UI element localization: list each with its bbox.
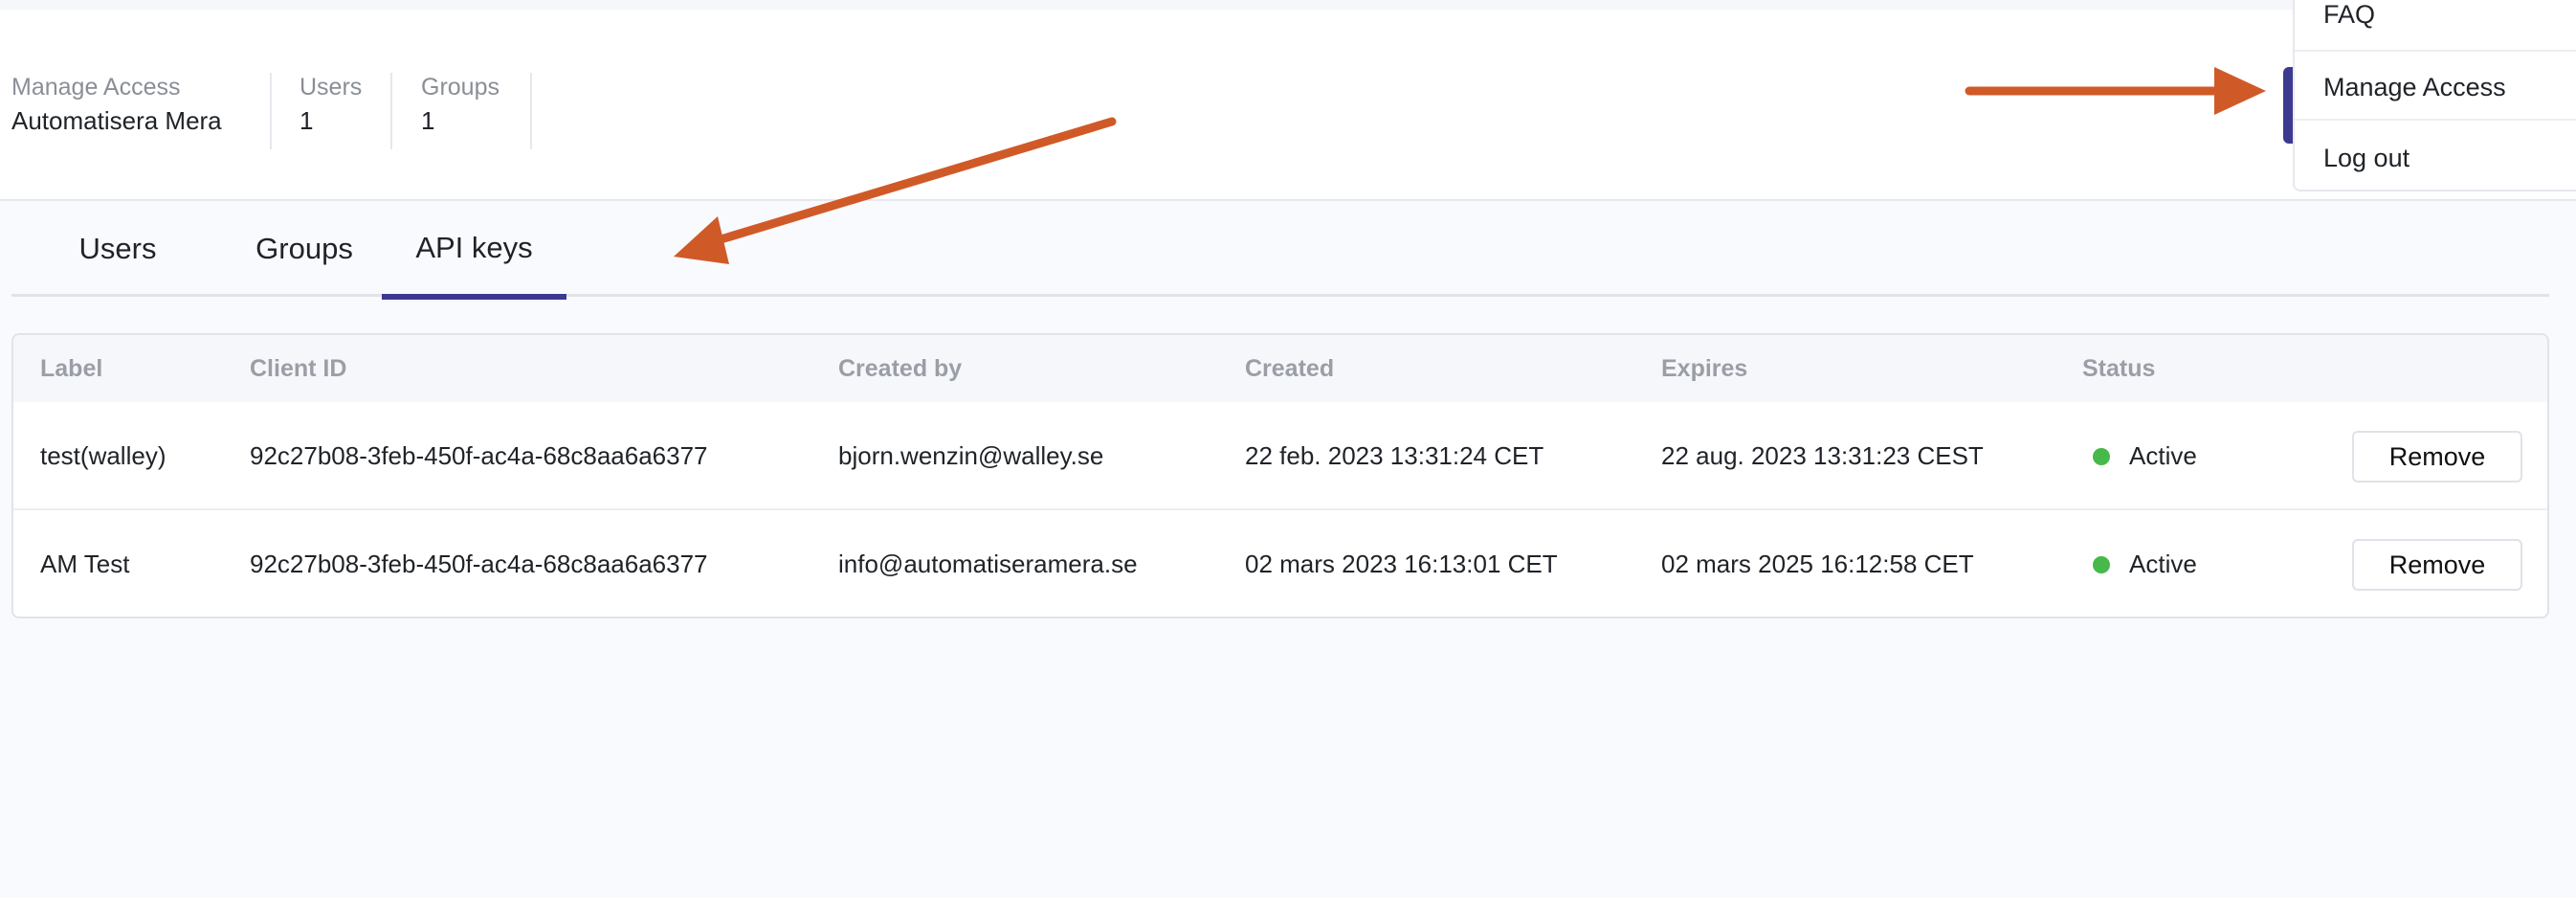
user-menu-dropdown: FAQ Manage Access Log out xyxy=(2293,0,2576,191)
cell-expires: 22 aug. 2023 13:31:23 CEST xyxy=(1661,441,1984,470)
menu-item-log-out[interactable]: Log out xyxy=(2323,144,2409,173)
tab-groups[interactable]: Groups xyxy=(228,201,381,297)
table-row: AM Test 92c27b08-3feb-450f-ac4a-68c8aa6a… xyxy=(13,510,2547,617)
page-header: Manage Access Automatisera Mera Users 1 … xyxy=(0,10,2576,201)
cell-expires: 02 mars 2025 16:12:58 CET xyxy=(1661,550,1974,578)
menu-item-manage-access[interactable]: Manage Access xyxy=(2323,73,2506,102)
menu-item-faq[interactable]: FAQ xyxy=(2323,0,2375,30)
cell-created-by: info@automatiseramera.se xyxy=(838,550,1138,578)
tab-bar: Users Groups API keys xyxy=(11,201,2549,300)
groups-stat: Groups 1 xyxy=(421,73,500,138)
column-header-created-by: Created by xyxy=(838,355,963,382)
cell-label: AM Test xyxy=(40,550,130,578)
column-header-status: Status xyxy=(2082,355,2156,382)
remove-button[interactable]: Remove xyxy=(2352,539,2522,591)
groups-stat-label: Groups xyxy=(421,74,500,101)
org-summary: Manage Access Automatisera Mera xyxy=(11,73,222,138)
users-stat-count: 1 xyxy=(300,106,314,135)
groups-stat-count: 1 xyxy=(421,106,435,135)
column-header-client-id: Client ID xyxy=(250,355,347,382)
column-header-expires: Expires xyxy=(1661,355,1748,382)
cell-created-by: bjorn.wenzin@walley.se xyxy=(838,441,1104,470)
api-keys-table: Label Client ID Created by Created Expir… xyxy=(11,333,2549,618)
org-name: Automatisera Mera xyxy=(11,106,222,135)
cell-status: Active xyxy=(2129,550,2197,578)
manage-access-label: Manage Access xyxy=(11,74,181,101)
column-header-created: Created xyxy=(1245,355,1335,382)
cell-label: test(walley) xyxy=(40,441,167,470)
tab-users[interactable]: Users xyxy=(56,201,180,297)
users-stat-label: Users xyxy=(300,74,363,101)
status-active-dot-icon xyxy=(2093,448,2110,465)
account-button-edge[interactable] xyxy=(2283,67,2293,144)
divider xyxy=(530,73,532,149)
menu-separator xyxy=(2295,50,2576,52)
table-row: test(walley) 92c27b08-3feb-450f-ac4a-68c… xyxy=(13,402,2547,510)
users-stat: Users 1 xyxy=(300,73,362,138)
cell-created: 02 mars 2023 16:13:01 CET xyxy=(1245,550,1558,578)
divider xyxy=(390,73,392,149)
menu-separator xyxy=(2295,119,2576,121)
cell-created: 22 feb. 2023 13:31:24 CET xyxy=(1245,441,1544,470)
column-header-label: Label xyxy=(40,355,103,382)
tab-api-keys[interactable]: API keys xyxy=(382,201,566,300)
status-active-dot-icon xyxy=(2093,556,2110,573)
table-header: Label Client ID Created by Created Expir… xyxy=(13,335,2547,402)
cell-client-id: 92c27b08-3feb-450f-ac4a-68c8aa6a6377 xyxy=(250,550,708,578)
cell-status: Active xyxy=(2129,441,2197,470)
remove-button[interactable]: Remove xyxy=(2352,431,2522,483)
divider xyxy=(270,73,272,149)
top-strip xyxy=(0,0,2576,10)
cell-client-id: 92c27b08-3feb-450f-ac4a-68c8aa6a6377 xyxy=(250,441,708,470)
